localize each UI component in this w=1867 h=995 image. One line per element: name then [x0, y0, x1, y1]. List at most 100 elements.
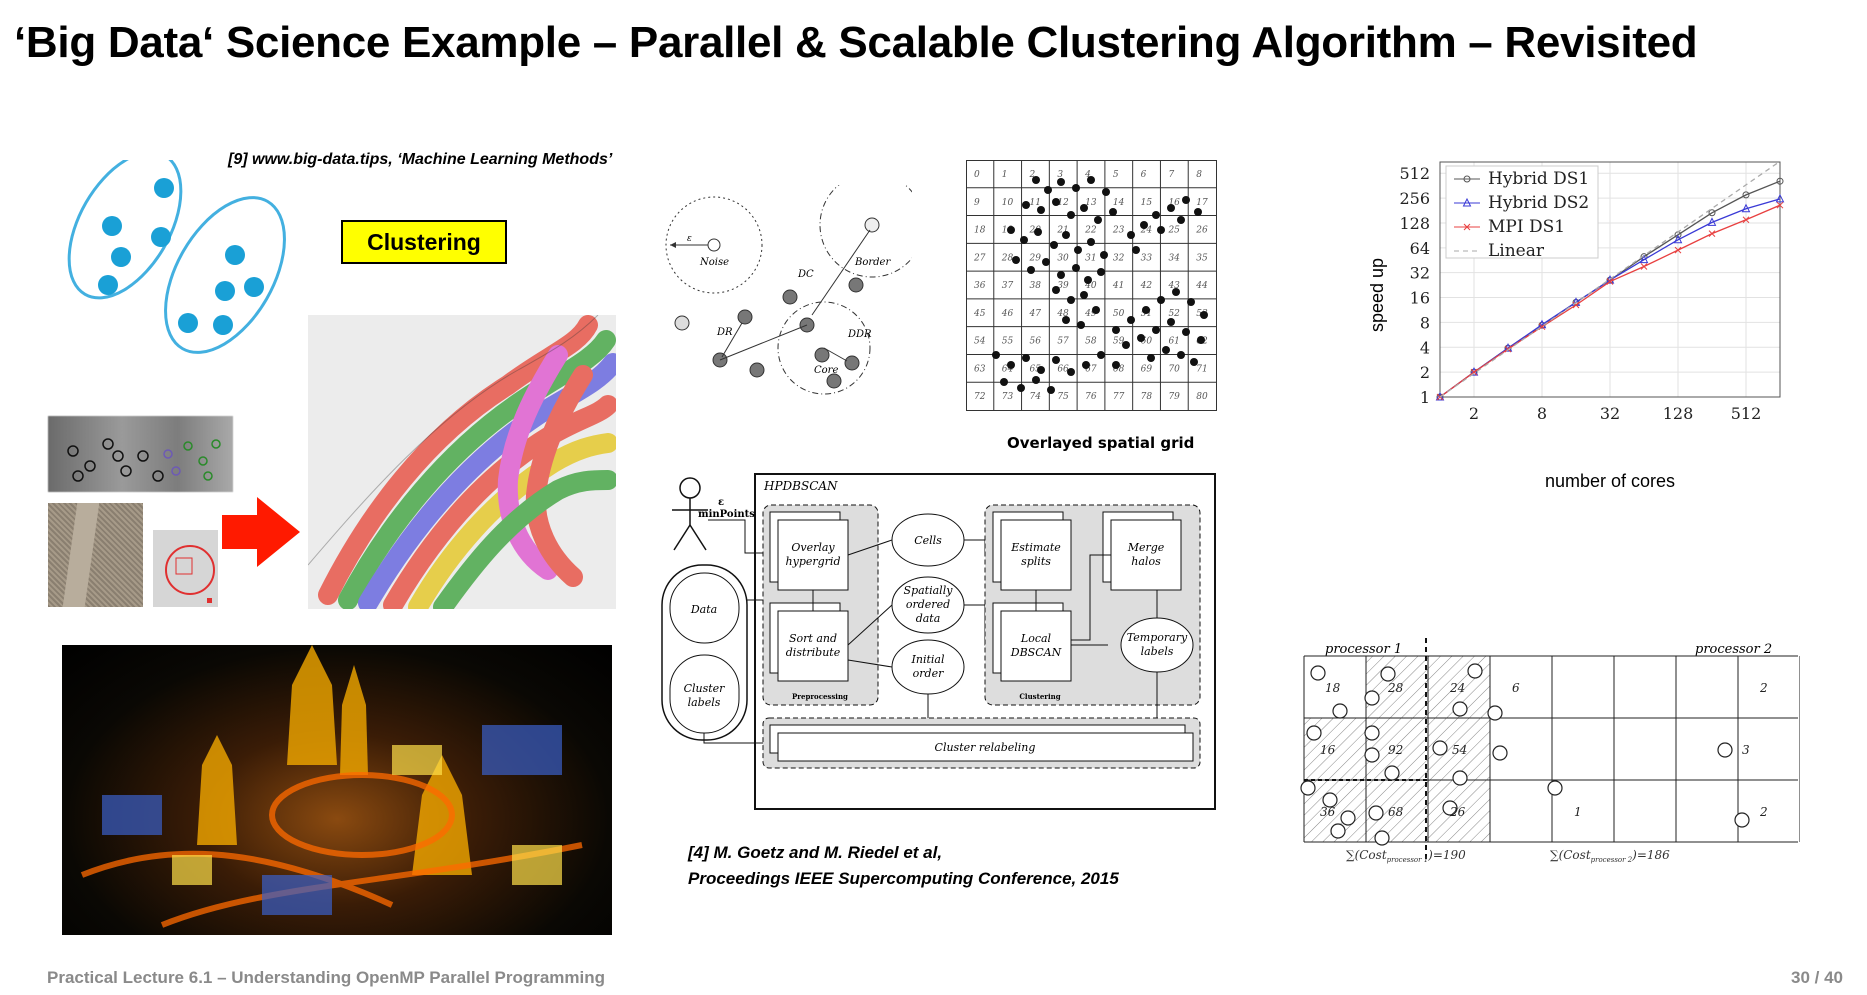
processor-cell-cost: 26 — [1449, 805, 1466, 819]
svg-text:data: data — [916, 612, 941, 625]
svg-text:hypergrid: hypergrid — [786, 555, 841, 568]
spatial-grid-caption: Overlayed spatial grid — [1007, 434, 1195, 452]
grid-cell-number: 7 — [1168, 170, 1174, 180]
reference-4: [4] M. Goetz and M. Riedel et al, Procee… — [688, 840, 1119, 892]
chart-point — [1708, 230, 1716, 237]
processor-cell-cost: 18 — [1325, 681, 1341, 695]
grid-cell-number: 23 — [1112, 226, 1125, 236]
grid-cell-number: 29 — [1029, 253, 1042, 263]
grid-cell-number: 35 — [1196, 253, 1208, 263]
svg-text:labels: labels — [1141, 645, 1174, 658]
grid-cell-number: 8 — [1196, 170, 1202, 180]
point-cloud-markers — [67, 438, 221, 482]
svg-text:splits: splits — [1021, 555, 1051, 568]
cost-processor-1: ∑(Costprocessor 1)=190 — [1346, 848, 1466, 864]
processor-1-label: processor 1 — [1325, 642, 1402, 657]
chart-x-tick-label: 128 — [1663, 404, 1694, 423]
grid-cell-number: 27 — [973, 253, 986, 263]
grid-cell-number: 17 — [1196, 198, 1208, 208]
grid-cell-number: 1 — [1002, 170, 1008, 180]
grid-cell-number: 18 — [974, 226, 986, 236]
grid-cell-number: 52 — [1168, 309, 1180, 319]
grid-cell-number: 56 — [1030, 337, 1042, 347]
reference-4-line-2: Proceedings IEEE Supercomputing Conferen… — [688, 869, 1119, 888]
grid-cell-number: 22 — [1084, 226, 1097, 236]
grid-cell-number: 72 — [974, 392, 986, 402]
grid-cell-number: 76 — [1085, 392, 1097, 402]
eps-label: ε — [687, 234, 692, 244]
processor-cell-cost: 6 — [1512, 681, 1520, 695]
grid-cell-number: 14 — [1113, 198, 1125, 208]
processor-cell-cost: 28 — [1387, 681, 1404, 695]
grid-cell-number: 54 — [974, 337, 986, 347]
svg-text:distribute: distribute — [786, 646, 841, 659]
chart-legend-entry: Hybrid DS1 — [1488, 169, 1589, 189]
grid-cell-number: 73 — [1002, 392, 1014, 402]
city-point-cloud-overlay — [80, 645, 583, 928]
chart-point — [1640, 263, 1648, 270]
processor-cell-cost: 36 — [1320, 805, 1336, 819]
grid-cell-number: 33 — [1141, 253, 1153, 263]
processor-cell-cost: 16 — [1320, 743, 1336, 757]
chart-legend: Hybrid DS1 Hybrid DS2 MPI DS1 Linear — [1445, 165, 1599, 261]
cost-processor-2: ∑(Costprocessor 2)=186 — [1550, 848, 1670, 864]
processor-cell-cost: 92 — [1388, 743, 1403, 757]
svg-text:Estimate: Estimate — [1010, 541, 1061, 554]
svg-text:Initial: Initial — [911, 653, 945, 666]
chart-y-tick-label: 4 — [1420, 338, 1430, 357]
grid-cell-number: 77 — [1113, 392, 1125, 402]
grid-cell-number: 15 — [1141, 198, 1153, 208]
grid-cell-number: 61 — [1168, 337, 1179, 347]
reference-4-line-1: [4] M. Goetz and M. Riedel et al, — [688, 843, 943, 862]
grid-cell-number: 45 — [973, 309, 986, 319]
grid-cell-number: 31 — [1085, 253, 1096, 263]
svg-text:Spatially: Spatially — [904, 584, 954, 597]
processor-cell-cost: 3 — [1742, 743, 1750, 757]
grid-cell-number: 0 — [974, 170, 980, 180]
dr-label: DR — [716, 327, 733, 338]
svg-text:DBSCAN: DBSCAN — [1010, 646, 1062, 659]
chart-y-tick-label: 2 — [1420, 363, 1430, 382]
chart-y-tick-label: 512 — [1399, 164, 1430, 183]
footer-lecture-title: Practical Lecture 6.1 – Understanding Op… — [47, 968, 606, 987]
grid-cell-number: 46 — [1001, 309, 1014, 319]
grid-cell-number: 28 — [1001, 253, 1014, 263]
chart-x-tick-label: 2 — [1469, 404, 1479, 423]
grid-cell-number: 69 — [1141, 364, 1153, 374]
chart-y-tick-label: 8 — [1420, 313, 1430, 332]
grid-cell-number: 25 — [1167, 226, 1180, 236]
grid-cell-number: 42 — [1140, 281, 1153, 291]
chart-y-tick-label: 128 — [1399, 214, 1430, 233]
grid-cell-number: 11 — [1030, 198, 1041, 208]
zoom-circle-icon — [165, 545, 215, 603]
svg-text:Merge: Merge — [1127, 541, 1165, 554]
svg-text:ordered: ordered — [906, 598, 950, 611]
border-label: Border — [854, 257, 891, 268]
processor-2-label: processor 2 — [1695, 642, 1772, 657]
chart-y-tick-label: 64 — [1410, 239, 1430, 258]
chart-legend-entry: Hybrid DS2 — [1488, 193, 1589, 213]
footer-page-number: 30 / 40 — [1791, 968, 1843, 987]
grid-cell-number: 5 — [1113, 170, 1119, 180]
grid-cell-number: 41 — [1112, 281, 1124, 291]
svg-text:halos: halos — [1131, 555, 1161, 568]
grid-cell-number: 57 — [1057, 337, 1069, 347]
chart-y-tick-label: 256 — [1399, 189, 1430, 208]
eps-input-label: ε — [718, 497, 724, 508]
grid-cell-number: 80 — [1196, 392, 1208, 402]
clustering-label-box: Clustering — [341, 220, 507, 264]
chart-legend-entry: Linear — [1488, 241, 1545, 261]
cells-node-label: Cells — [914, 534, 942, 547]
svg-text:Sort and: Sort and — [789, 632, 837, 645]
grid-cell-number: 79 — [1168, 392, 1180, 402]
red-arrow-icon — [222, 497, 300, 567]
chart-y-tick-label: 16 — [1410, 289, 1430, 308]
grid-cell-number: 74 — [1030, 392, 1042, 402]
grid-cell-number: 30 — [1057, 253, 1069, 263]
data-node-label: Data — [690, 603, 717, 616]
grid-cell-number: 50 — [1113, 309, 1125, 319]
chart-legend-entry: MPI DS1 — [1488, 217, 1565, 237]
processor-cost-grid: processor 1 processor 2 18 28 24 6 2 16 92 54 3 3… — [1300, 638, 1800, 864]
ddr-label: DDR — [847, 329, 872, 340]
chart-x-axis-label: number of cores — [1545, 471, 1675, 491]
